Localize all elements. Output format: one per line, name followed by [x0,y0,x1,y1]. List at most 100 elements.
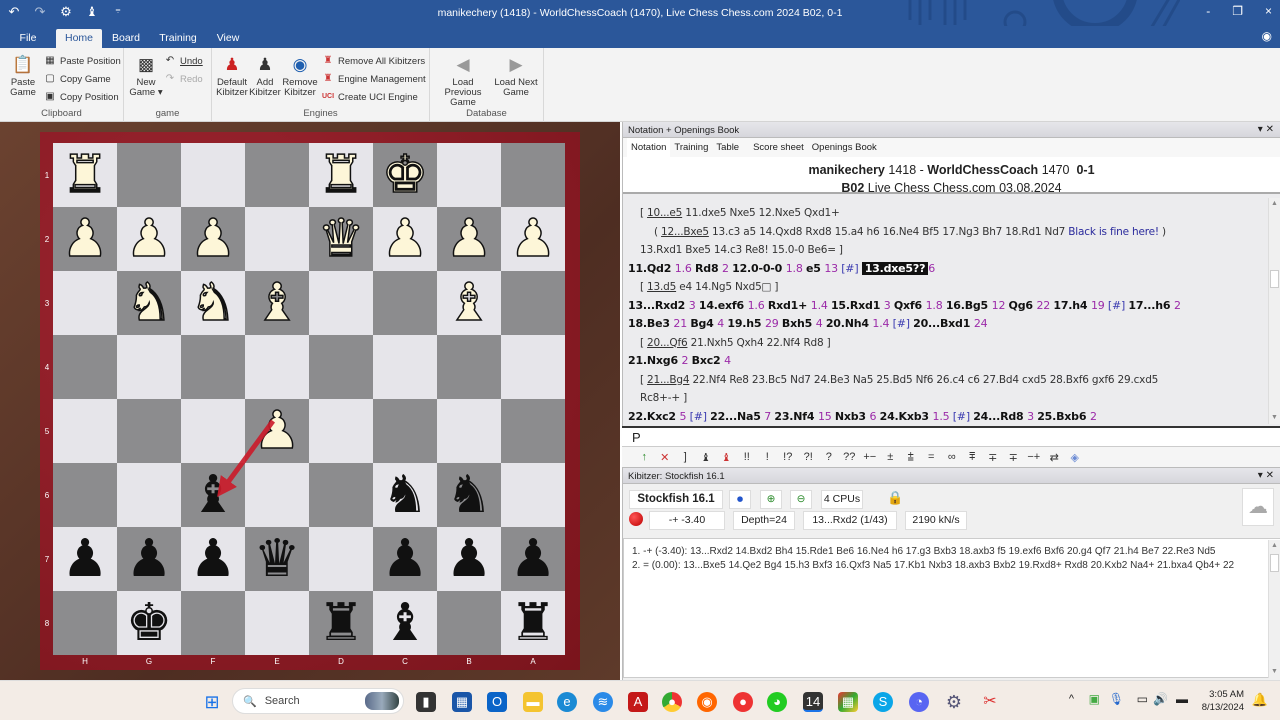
pause-engine-button[interactable]: ⏺ [729,490,751,509]
square-a2[interactable]: ♟ [501,207,565,271]
square-e6[interactable] [245,463,309,527]
network-icon[interactable]: ▭ [1137,692,1148,706]
black-queen-piece[interactable]: ♛ [254,533,301,585]
square-c7[interactable]: ♟ [373,527,437,591]
move[interactable]: Bg4 [690,317,717,330]
square-e1[interactable] [245,143,309,207]
move[interactable]: 24...Rd8 [973,410,1027,423]
square-b7[interactable]: ♟ [437,527,501,591]
square-b1[interactable] [437,143,501,207]
zoom-out-button[interactable]: ⊖ [790,490,812,509]
square-f6[interactable]: ♝ [181,463,245,527]
move[interactable]: e5 [806,262,824,275]
move[interactable]: 20.Nh4 [826,317,873,330]
annotation-symbol-button[interactable]: ↑ [634,451,655,463]
wechat-icon[interactable]: ◕ [767,692,787,712]
variation-line[interactable]: [ 13.d5 e4 14.Ng5 Nxd5□ ] [628,278,1268,297]
scroll-down-icon[interactable]: ▼ [1269,412,1280,424]
square-a5[interactable] [501,399,565,463]
chrome-icon[interactable]: ● [662,692,682,712]
tab-training[interactable]: Training [670,138,712,157]
square-h3[interactable] [53,271,117,335]
black-pawn-piece[interactable]: ♟ [382,533,429,585]
square-f2[interactable]: ♟ [181,207,245,271]
recorder-icon[interactable]: ● [733,692,753,712]
white-bishop-piece[interactable]: ♝ [253,276,301,330]
square-d6[interactable] [309,463,373,527]
tab-notation[interactable]: Notation [627,138,671,157]
move[interactable]: 11.Qd2 [628,262,675,275]
white-knight-piece[interactable]: ♞ [125,276,173,330]
white-pawn-piece[interactable]: ♟ [509,212,557,266]
restore-button[interactable]: ❐ [1232,4,1243,18]
variation-start[interactable]: 12...Bxe5 [661,226,709,238]
square-h6[interactable] [53,463,117,527]
square-g3[interactable]: ♞ [117,271,181,335]
move[interactable]: Qg6 [1009,299,1037,312]
panel-close-icon[interactable]: ✕ [1266,124,1274,135]
annotation-tag[interactable]: [#] [841,262,862,275]
annotation-symbol-button[interactable]: ? [819,451,840,463]
panel-menu-icon[interactable]: ▾ [1258,124,1263,135]
square-c2[interactable]: ♟ [373,207,437,271]
white-bishop-piece[interactable]: ♝ [445,276,493,330]
volume-icon[interactable]: 🔊 [1153,692,1168,706]
annotation-symbol-button[interactable]: +− [860,451,881,463]
square-h1[interactable]: ♜ [53,143,117,207]
annotation-symbol-button[interactable]: ∞ [942,451,963,463]
square-c6[interactable]: ♞ [373,463,437,527]
task-view-icon[interactable]: ▮ [416,692,436,712]
square-e3[interactable]: ♝ [245,271,309,335]
lock-icon[interactable]: 🔒 [887,490,903,506]
pdf-icon[interactable]: A [628,692,648,712]
tab-file[interactable]: File [12,29,44,48]
cpus-button[interactable]: 4 CPUs [821,490,863,509]
square-b5[interactable] [437,399,501,463]
move[interactable]: 18.Be3 [628,317,673,330]
annotation-symbol-button[interactable]: ◈ [1065,451,1086,464]
engine-line-2[interactable]: 2. = (0.00): 13...Bxe5 14.Qe2 Bg4 15.h3 … [632,559,1272,573]
square-e7[interactable]: ♛ [245,527,309,591]
annotation-symbol-button[interactable]: ⩱ [962,451,983,464]
tab-view[interactable]: View [210,29,246,48]
minimize-button[interactable]: - [1206,4,1210,18]
white-pawn-piece[interactable]: ♟ [125,212,173,266]
square-d5[interactable] [309,399,373,463]
tab-score-sheet[interactable]: Score sheet [749,138,808,157]
move[interactable]: Qxf6 [894,299,926,312]
white-pawn-piece[interactable]: ♟ [61,212,109,266]
tab-openings-book[interactable]: Openings Book [808,138,881,157]
annotation-symbol-button[interactable]: ⩲ [901,451,922,464]
square-d1[interactable]: ♜ [309,143,373,207]
current-move[interactable]: 13.dxe5?? [861,261,929,275]
square-e8[interactable] [245,591,309,655]
variation-line[interactable]: [ 20...Qf6 21.Nxh5 Qxh4 22.Nf4 Rd8 ] [628,334,1268,353]
remove-all-kibitzers-button[interactable]: ♜ Remove All Kibitzers [322,55,426,67]
square-a3[interactable] [501,271,565,335]
tab-board[interactable]: Board [106,29,146,48]
variation-line[interactable]: 13.Rxd1 Bxe5 14.c3 Re8! 15.0-0 Be6= ] [628,241,1268,260]
move[interactable]: 24.Kxb3 [880,410,933,423]
move[interactable]: Bxh5 [782,317,816,330]
move[interactable]: 13...Rxd2 [628,299,689,312]
windows-start-icon[interactable]: ⊞ [202,692,222,712]
white-king-piece[interactable]: ♚ [381,148,429,202]
paste-position-button[interactable]: ▦ Paste Position [44,55,120,67]
subvariation-line[interactable]: ( 12...Bxe5 13.c3 a5 14.Qxd8 Rxd8 15.a4 … [628,223,1268,242]
square-e4[interactable] [245,335,309,399]
square-c4[interactable] [373,335,437,399]
square-a7[interactable]: ♟ [501,527,565,591]
annotation-symbol-button[interactable]: ♝ [716,451,737,464]
black-knight-piece[interactable]: ♞ [446,469,493,521]
square-c3[interactable] [373,271,437,335]
paste-game-button[interactable]: 📋 Paste Game [6,54,40,98]
battery-icon[interactable]: ▬ [1176,692,1188,706]
move[interactable]: 22...Na5 [710,410,764,423]
panel-menu-icon[interactable]: ▾ [1258,470,1263,481]
move[interactable]: 20...Bxd1 [913,317,974,330]
square-c1[interactable]: ♚ [373,143,437,207]
edge-icon[interactable]: e [557,692,577,712]
square-h5[interactable] [53,399,117,463]
annotation-tag[interactable]: [#] [953,410,974,423]
square-d3[interactable] [309,271,373,335]
